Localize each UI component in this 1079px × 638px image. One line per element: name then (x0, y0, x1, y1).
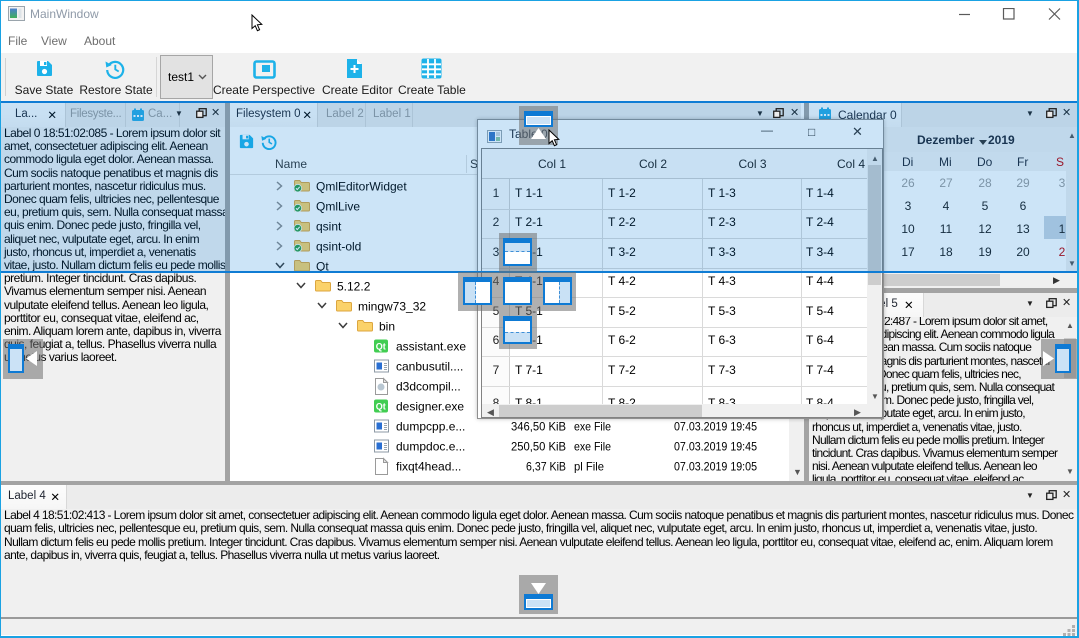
svg-text:6,37 KiB: 6,37 KiB (526, 460, 566, 474)
svg-text:346,50 KiB: 346,50 KiB (511, 420, 566, 434)
svg-text:dumpcpp.e...: dumpcpp.e... (396, 420, 465, 434)
svg-text:5.12.2: 5.12.2 (337, 280, 371, 294)
svg-text:07.03.2019 19:45: 07.03.2019 19:45 (674, 420, 757, 434)
svg-text:fixqt4head...: fixqt4head... (396, 460, 461, 474)
svg-text:d3dcompil...: d3dcompil... (396, 380, 461, 394)
svg-text:bin: bin (379, 320, 395, 334)
svg-text:dumpdoc.e...: dumpdoc.e... (396, 440, 465, 454)
svg-text:designer.exe: designer.exe (396, 400, 464, 414)
svg-text:canbusutil....: canbusutil.... (396, 360, 463, 374)
svg-text:assistant.exe: assistant.exe (396, 340, 466, 354)
svg-text:mingw73_32: mingw73_32 (358, 300, 426, 314)
svg-text:exe File: exe File (574, 420, 611, 434)
svg-text:250,50 KiB: 250,50 KiB (511, 440, 566, 454)
svg-text:exe File: exe File (574, 440, 611, 454)
svg-text:07.03.2019 19:45: 07.03.2019 19:45 (674, 440, 757, 454)
svg-text:07.03.2019 19:05: 07.03.2019 19:05 (674, 460, 757, 474)
svg-text:pl File: pl File (574, 460, 604, 474)
